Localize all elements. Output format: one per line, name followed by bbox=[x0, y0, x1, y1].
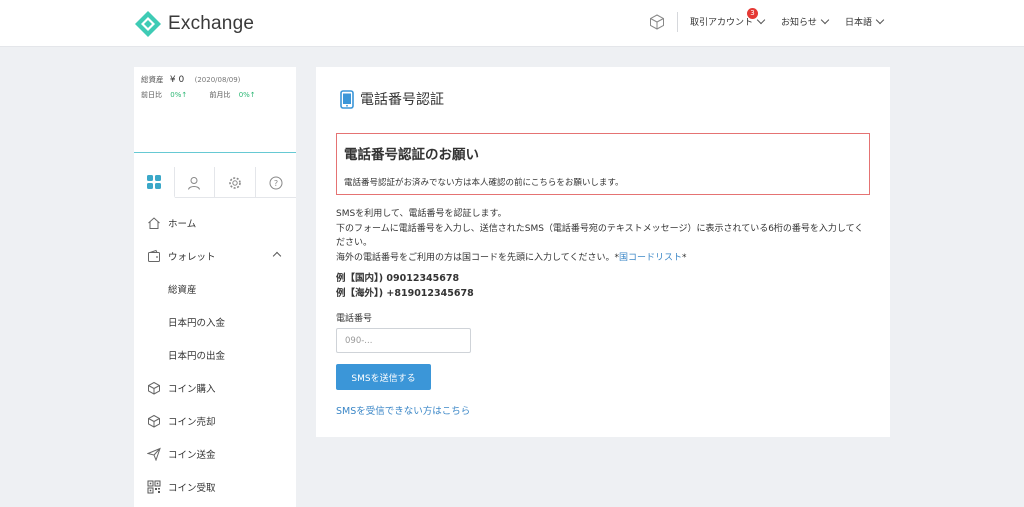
country-code-list-link[interactable]: 国コードリスト bbox=[619, 253, 682, 263]
total-assets-date: (2020/08/09) bbox=[194, 76, 241, 84]
svg-text:?: ? bbox=[274, 179, 278, 188]
qr-icon bbox=[146, 479, 162, 495]
cube-icon bbox=[146, 380, 162, 396]
notice-title: 電話番号認証のお願い bbox=[344, 147, 479, 163]
day-change-value: 0%↑ bbox=[170, 91, 188, 99]
gear-icon bbox=[228, 176, 241, 189]
sidebar-item-label: コイン受取 bbox=[168, 483, 216, 494]
chevron-down-icon bbox=[875, 15, 885, 24]
sidebar-item-jpy-deposit[interactable]: 日本円の入金 bbox=[134, 307, 296, 337]
sms-not-received-link[interactable]: SMSを受信できない方はこちら bbox=[336, 403, 470, 417]
tab-settings[interactable] bbox=[215, 167, 256, 198]
change-row: 前日比 0%↑ 前月比 0%↑ bbox=[141, 90, 256, 100]
sidebar-item-jpy-withdraw[interactable]: 日本円の出金 bbox=[134, 340, 296, 370]
sidebar-item-coin-send[interactable]: コイン送金 bbox=[134, 439, 296, 469]
news-menu[interactable]: お知らせ bbox=[781, 15, 830, 28]
wallet-icon bbox=[146, 248, 162, 264]
instruction-line: 海外の電話番号をご利用の方は国コードを先頭に入力してください。*国コードリスト* bbox=[336, 251, 866, 266]
brand-name: Exchange bbox=[168, 13, 255, 34]
day-change-label: 前日比 bbox=[141, 91, 162, 99]
chevron-up-icon[interactable] bbox=[272, 251, 282, 261]
language-menu-label: 日本語 bbox=[845, 18, 873, 28]
total-assets-value: ¥ 0 bbox=[169, 75, 185, 85]
example-domestic: 例【国内】) 09012345678 bbox=[336, 273, 460, 284]
total-assets-label: 総資産 bbox=[141, 75, 164, 84]
home-icon bbox=[146, 215, 162, 231]
phone-number-input[interactable] bbox=[336, 328, 471, 353]
sidebar-item-label: 総資産 bbox=[168, 285, 197, 296]
user-icon bbox=[188, 176, 201, 190]
header-divider bbox=[677, 12, 678, 32]
month-change-value: 0%↑ bbox=[238, 91, 256, 99]
sidebar-item-label: コイン売却 bbox=[168, 417, 216, 428]
chevron-down-icon bbox=[820, 15, 830, 24]
notice-body: 電話番号認証がお済みでない方は本人確認の前にこちらをお願いします。 bbox=[344, 178, 624, 188]
sidebar-item-coin-receive[interactable]: コイン受取 bbox=[134, 472, 296, 502]
chevron-down-icon bbox=[756, 15, 766, 24]
phone-verification-panel: 電話番号認証 電話番号認証のお願い 電話番号認証がお済みでない方は本人確認の前に… bbox=[316, 67, 890, 437]
page-title: 電話番号認証 bbox=[340, 89, 444, 109]
sidebar-item-coin-buy[interactable]: コイン購入 bbox=[134, 373, 296, 403]
month-change-label: 前月比 bbox=[209, 91, 231, 99]
tab-user[interactable] bbox=[175, 167, 215, 198]
send-icon bbox=[146, 446, 162, 462]
sidebar: 総資産 ¥ 0 (2020/08/09) 前日比 0%↑ 前月比 0%↑ ? ホ… bbox=[134, 67, 296, 507]
help-icon: ? bbox=[269, 176, 283, 189]
instructions: SMSを利用して、電話番号を認証します。 下のフォームに電話番号を入力し、送信さ… bbox=[336, 207, 866, 265]
notice-box: 電話番号認証のお願い 電話番号認証がお済みでない方は本人確認の前にこちらをお願い… bbox=[336, 133, 870, 195]
sidebar-tabs: ? bbox=[134, 167, 296, 198]
tab-help[interactable]: ? bbox=[256, 167, 297, 198]
notification-badge: 3 bbox=[747, 8, 758, 19]
page-title-text: 電話番号認証 bbox=[360, 92, 444, 108]
brand-logo[interactable]: Exchange bbox=[134, 10, 254, 38]
send-sms-button[interactable]: SMSを送信する bbox=[336, 364, 431, 390]
sidebar-item-label: ホーム bbox=[168, 219, 197, 230]
sidebar-item-label: 日本円の出金 bbox=[168, 351, 226, 362]
example-overseas: 例【海外】) +819012345678 bbox=[336, 288, 474, 299]
sidebar-item-total-assets[interactable]: 総資産 bbox=[134, 274, 296, 304]
sidebar-item-label: コイン送金 bbox=[168, 450, 216, 461]
instruction-line: 下のフォームに電話番号を入力し、送信されたSMS（電話番号宛のテキストメッセージ… bbox=[336, 223, 864, 249]
sidebar-item-label: コイン購入 bbox=[168, 384, 216, 395]
instruction-text: * bbox=[681, 252, 687, 263]
top-header: Exchange 取引アカウント 3 お知らせ 日本語 bbox=[0, 0, 1024, 47]
dashboard-icon bbox=[146, 174, 161, 189]
exchange-logo-icon bbox=[135, 11, 161, 37]
account-menu-label: 取引アカウント bbox=[690, 18, 754, 28]
tab-dashboard[interactable] bbox=[134, 167, 175, 198]
instruction-line: SMSを利用して、電話番号を認証します。 bbox=[336, 209, 507, 219]
phone-field-label: 電話番号 bbox=[336, 314, 373, 324]
sidebar-item-coin-sell[interactable]: コイン売却 bbox=[134, 406, 296, 436]
cube-icon bbox=[146, 413, 162, 429]
instruction-text: 海外の電話番号をご利用の方は国コードを先頭に入力してください。* bbox=[336, 252, 619, 263]
news-menu-label: お知らせ bbox=[781, 18, 817, 28]
sidebar-item-label: ウォレット bbox=[168, 252, 216, 263]
sidebar-item-label: 日本円の入金 bbox=[168, 318, 226, 329]
asset-summary: 総資産 ¥ 0 (2020/08/09) 前日比 0%↑ 前月比 0%↑ bbox=[134, 67, 296, 153]
smartphone-icon bbox=[340, 89, 354, 109]
total-assets-row: 総資産 ¥ 0 (2020/08/09) bbox=[141, 74, 240, 85]
sidebar-item-wallet[interactable]: ウォレット bbox=[134, 241, 296, 271]
sidebar-item-home[interactable]: ホーム bbox=[134, 208, 296, 238]
cube-icon[interactable] bbox=[648, 13, 666, 31]
language-menu[interactable]: 日本語 bbox=[845, 15, 885, 28]
